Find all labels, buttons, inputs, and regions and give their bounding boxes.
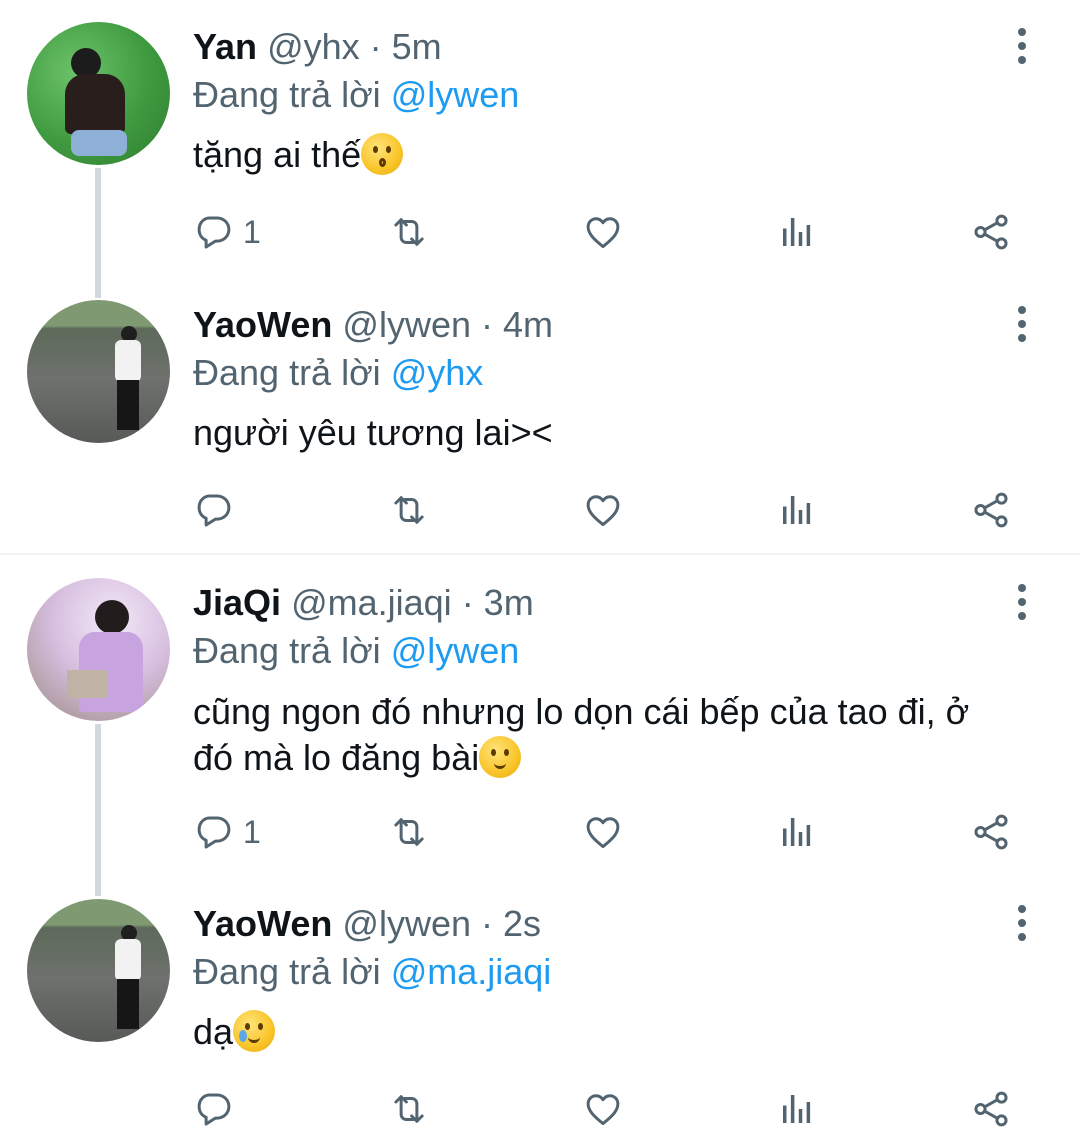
action-bar: 1 — [0, 210, 1080, 254]
like-icon — [582, 489, 624, 531]
tweet[interactable]: JiaQi @ma.jiaqi · 3m Đang trả lời @lywen… — [0, 556, 1080, 896]
display-name[interactable]: JiaQi — [193, 582, 281, 623]
reply-button[interactable]: 1 — [193, 810, 261, 854]
timestamp[interactable]: · 2s — [481, 903, 541, 944]
replying-prefix: Đang trả lời — [193, 630, 381, 671]
tweet-text-content: người yêu tương lai>< — [193, 412, 553, 453]
tweet-text: cũng ngon đó nhưng lo dọn cái bếp của ta… — [193, 689, 1033, 781]
more-options-icon[interactable] — [1008, 28, 1036, 68]
avatar[interactable] — [27, 899, 170, 1042]
share-button[interactable] — [970, 810, 1012, 854]
reply-icon — [193, 211, 235, 253]
tweet-text: tặng ai thế — [193, 132, 1033, 178]
more-options-icon[interactable] — [1008, 306, 1036, 346]
views-button[interactable] — [776, 810, 818, 854]
user-handle[interactable]: @yhx — [267, 26, 360, 67]
kissing-face-emoji — [361, 133, 404, 175]
smiling-face-with-tear-emoji — [233, 1010, 276, 1052]
share-icon — [970, 811, 1012, 853]
replying-prefix: Đang trả lời — [193, 951, 381, 992]
share-button[interactable] — [970, 1087, 1012, 1131]
views-button[interactable] — [776, 488, 818, 532]
divider — [0, 553, 1080, 555]
mention-link[interactable]: @yhx — [391, 352, 484, 393]
like-button[interactable] — [582, 488, 624, 532]
replying-to: Đang trả lời @ma.jiaqi — [193, 947, 551, 997]
retweet-button[interactable] — [388, 210, 430, 254]
like-button[interactable] — [582, 810, 624, 854]
avatar[interactable] — [27, 578, 170, 721]
reply-icon — [193, 489, 235, 531]
reply-icon — [193, 1088, 235, 1130]
action-bar — [0, 1087, 1080, 1131]
timestamp[interactable]: · 5m — [370, 26, 442, 67]
timestamp[interactable]: · 4m — [481, 304, 553, 345]
display-name[interactable]: Yan — [193, 26, 257, 67]
views-icon — [776, 211, 818, 253]
tweet-header: Yan @yhx · 5m — [193, 22, 442, 72]
replying-to: Đang trả lời @lywen — [193, 626, 519, 676]
tweet-header: JiaQi @ma.jiaqi · 3m — [193, 578, 534, 628]
reply-button[interactable]: 1 — [193, 210, 261, 254]
avatar[interactable] — [27, 22, 170, 165]
retweet-icon — [388, 489, 430, 531]
mention-link[interactable]: @lywen — [391, 74, 520, 115]
tweet[interactable]: Yan @yhx · 5m Đang trả lời @lywen tặng a… — [0, 0, 1080, 280]
like-icon — [582, 211, 624, 253]
tweet-header: YaoWen @lywen · 2s — [193, 899, 541, 949]
tweet-text-line: đó mà lo đăng bài — [193, 737, 480, 778]
tweet-text: dạ — [193, 1009, 1033, 1055]
retweet-button[interactable] — [388, 1087, 430, 1131]
retweet-icon — [388, 811, 430, 853]
user-handle[interactable]: @lywen — [342, 304, 471, 345]
retweet-button[interactable] — [388, 810, 430, 854]
avatar[interactable] — [27, 300, 170, 443]
retweet-icon — [388, 1088, 430, 1130]
like-button[interactable] — [582, 210, 624, 254]
reply-button[interactable] — [193, 1087, 235, 1131]
replying-prefix: Đang trả lời — [193, 352, 381, 393]
replying-to: Đang trả lời @yhx — [193, 348, 483, 398]
retweet-icon — [388, 211, 430, 253]
views-icon — [776, 1088, 818, 1130]
replying-prefix: Đang trả lời — [193, 74, 381, 115]
reply-count: 1 — [243, 213, 261, 250]
like-icon — [582, 1088, 624, 1130]
reply-count: 1 — [243, 813, 261, 850]
like-icon — [582, 811, 624, 853]
mention-link[interactable]: @ma.jiaqi — [391, 951, 552, 992]
slightly-smiling-face-emoji — [479, 736, 522, 778]
more-options-icon[interactable] — [1008, 584, 1036, 624]
views-icon — [776, 489, 818, 531]
reply-icon — [193, 811, 235, 853]
action-bar — [0, 488, 1080, 532]
views-icon — [776, 811, 818, 853]
action-bar: 1 — [0, 810, 1080, 854]
reply-button[interactable] — [193, 488, 235, 532]
views-button[interactable] — [776, 1087, 818, 1131]
replying-to: Đang trả lời @lywen — [193, 70, 519, 120]
tweet[interactable]: YaoWen @lywen · 4m Đang trả lời @yhx ngư… — [0, 278, 1080, 554]
tweet-text: người yêu tương lai>< — [193, 410, 1033, 456]
tweet[interactable]: YaoWen @lywen · 2s Đang trả lời @ma.jiaq… — [0, 877, 1080, 1146]
share-button[interactable] — [970, 210, 1012, 254]
tweet-text-line: cũng ngon đó nhưng lo dọn cái bếp của ta… — [193, 691, 970, 732]
display-name[interactable]: YaoWen — [193, 903, 332, 944]
user-handle[interactable]: @lywen — [342, 903, 471, 944]
tweet-text-content: dạ — [193, 1011, 234, 1052]
share-icon — [970, 489, 1012, 531]
more-options-icon[interactable] — [1008, 905, 1036, 945]
tweet-text-content: tặng ai thế — [193, 134, 362, 175]
mention-link[interactable]: @lywen — [391, 630, 520, 671]
retweet-button[interactable] — [388, 488, 430, 532]
views-button[interactable] — [776, 210, 818, 254]
share-button[interactable] — [970, 488, 1012, 532]
display-name[interactable]: YaoWen — [193, 304, 332, 345]
tweet-header: YaoWen @lywen · 4m — [193, 300, 553, 350]
timestamp[interactable]: · 3m — [462, 582, 534, 623]
like-button[interactable] — [582, 1087, 624, 1131]
share-icon — [970, 211, 1012, 253]
user-handle[interactable]: @ma.jiaqi — [291, 582, 452, 623]
share-icon — [970, 1088, 1012, 1130]
